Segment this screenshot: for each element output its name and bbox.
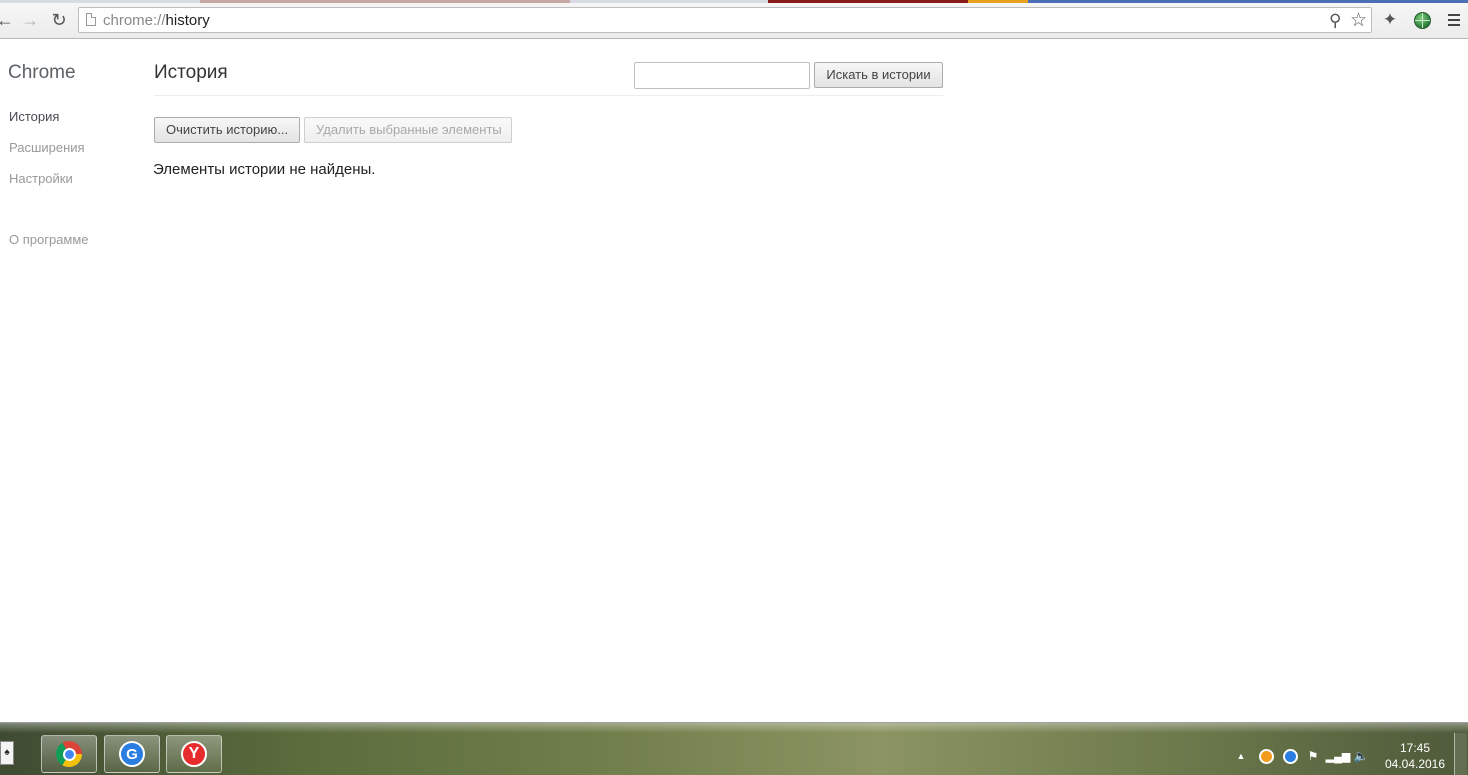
page-icon (86, 13, 96, 26)
taskbar: ♠ G Y ▲ ⚑ ▂▄▆ 🔈 17:45 04.04.2016 (0, 722, 1468, 775)
globe-icon[interactable] (1411, 9, 1433, 31)
delete-selected-button[interactable]: Удалить выбранные элементы (304, 117, 512, 143)
zoom-icon[interactable]: ⚲ (1329, 11, 1341, 31)
yandex-icon: Y (181, 741, 207, 767)
sidebar-item-settings[interactable]: Настройки (9, 170, 89, 201)
sidebar-item-history[interactable]: История (9, 108, 89, 139)
puzzle-icon[interactable]: ✦ (1379, 9, 1401, 31)
url-scheme: chrome:// (103, 12, 166, 29)
clock-date: 04.04.2016 (1384, 757, 1446, 771)
network-icon[interactable]: ▂▄▆ (1326, 747, 1351, 765)
search-history-button[interactable]: Искать в истории (814, 62, 943, 88)
empty-history-message: Элементы истории не найдены. (153, 161, 376, 178)
system-clock[interactable]: 17:45 04.04.2016 (1380, 740, 1450, 772)
reload-icon[interactable]: ↻ (46, 7, 72, 33)
clock-time: 17:45 (1399, 741, 1431, 755)
back-arrow-icon[interactable]: ← (0, 7, 18, 33)
taskbar-g-app-button[interactable]: G (104, 735, 160, 773)
star-icon[interactable]: ☆ (1350, 9, 1367, 32)
page-title: История (154, 62, 228, 83)
chrome-brand: Chrome (8, 62, 76, 83)
url-path: history (165, 12, 210, 29)
volume-icon[interactable]: 🔈 (1352, 747, 1370, 765)
address-bar[interactable]: chrome://history ⚲ ☆ (78, 7, 1372, 33)
taskbar-yandex-button[interactable]: Y (166, 735, 222, 773)
sidebar-nav: История Расширения Настройки О программе (9, 108, 89, 262)
forward-arrow-icon[interactable]: → (17, 7, 43, 33)
solitaire-icon[interactable]: ♠ (0, 741, 14, 765)
hamburger-menu-icon[interactable] (1443, 9, 1465, 31)
history-search-input[interactable] (634, 62, 810, 89)
g-app-icon: G (119, 741, 145, 767)
clear-history-button[interactable]: Очистить историю... (154, 117, 300, 143)
orange-app-icon[interactable] (1257, 747, 1275, 765)
tray-expand-icon[interactable]: ▲ (1234, 747, 1248, 765)
show-desktop-button[interactable] (1454, 733, 1467, 775)
browser-toolbar: ← → ↻ chrome://history ⚲ ☆ ✦ (0, 3, 1468, 39)
flag-icon[interactable]: ⚑ (1304, 747, 1322, 765)
blue-app-icon[interactable] (1281, 747, 1299, 765)
address-url[interactable]: chrome://history (103, 12, 210, 29)
sidebar-item-about[interactable]: О программе (9, 231, 89, 262)
sidebar-item-extensions[interactable]: Расширения (9, 139, 89, 170)
taskbar-chrome-button[interactable] (41, 735, 97, 773)
chrome-icon (56, 741, 82, 767)
header-divider (154, 95, 943, 96)
